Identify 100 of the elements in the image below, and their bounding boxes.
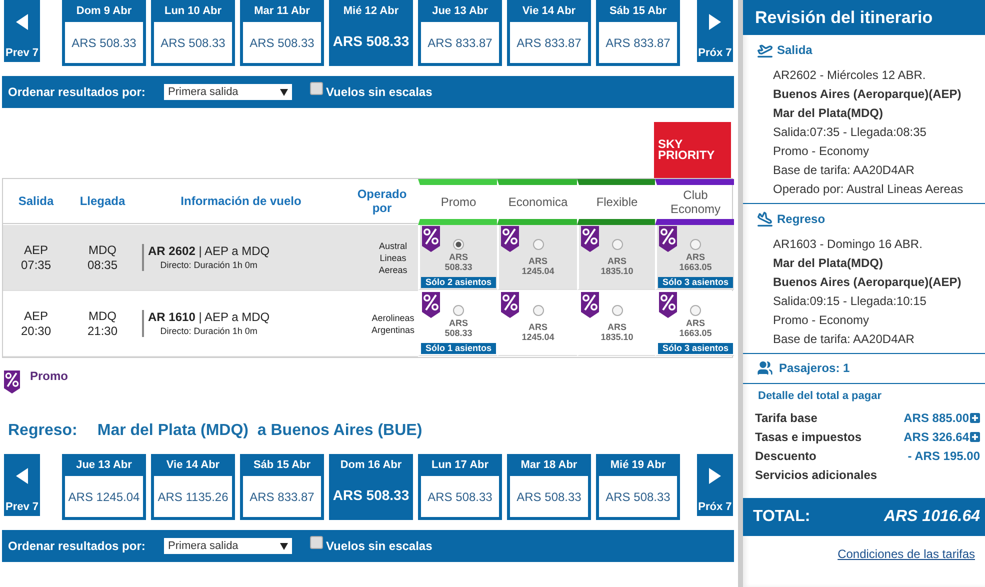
itinerary-line: AR1603 - Domingo 16 ABR. (772, 236, 924, 253)
date-card[interactable]: Mié 19 Abr ARS 508.33 (596, 454, 680, 520)
fare-currency: ARS (686, 252, 705, 262)
date-card[interactable]: Vie 14 Abr ARS 1135.26 (151, 454, 235, 520)
sort-select[interactable]: Primera salida (164, 538, 292, 554)
itinerary-line: Promo - Economy (772, 312, 870, 329)
date-price: ARS 1245.04 (65, 476, 143, 517)
date-label: Mié 12 Abr (342, 4, 400, 19)
fare-radio[interactable] (612, 305, 622, 316)
column-header: Salida (3, 179, 69, 224)
column-header: Información de vuelo (136, 179, 346, 224)
date-card[interactable]: Mar 11 Abr ARS 508.33 (240, 0, 324, 66)
fare-currency: ARS (686, 318, 705, 328)
itinerary-line: Promo - Economy (772, 143, 870, 160)
flight-detail: Directo: Duración 1h 0m (159, 259, 258, 271)
sort-select[interactable]: Primera salida (164, 84, 292, 100)
departure-cell: AEP 07:35 (3, 225, 69, 291)
itinerary-line: Salida:09:15 - Llegada:10:15 (772, 293, 928, 310)
passengers-count: Pasajeros: 1 (779, 361, 850, 375)
fare-price: 1835.10 (600, 266, 634, 276)
date-card[interactable]: Jue 13 Abr ARS 833.87 (418, 0, 502, 66)
price-item-label: Tarifa base (755, 410, 818, 424)
date-card[interactable]: Sáb 15 Abr ARS 833.87 (596, 0, 680, 66)
leg-heading: Regreso (777, 212, 826, 226)
date-label: Sáb 15 Abr (252, 458, 312, 473)
date-price: ARS 1135.26 (154, 476, 232, 517)
date-price: ARS 833.87 (510, 22, 588, 63)
plane-landing-icon (757, 211, 773, 227)
itinerary-line: Buenos Aires (Aeroparque)(AEP) (772, 86, 962, 103)
arrival-cell: MDQ 08:35 (69, 225, 136, 291)
operator-name: Aerolineas Argentinas (370, 312, 416, 336)
fare-radio[interactable] (453, 305, 464, 316)
date-price: ARS 508.33 (65, 22, 143, 63)
itinerary-line: Operado por: Austral Lineas Aereas (772, 181, 964, 198)
sort-label: Ordenar resultados por: (8, 85, 146, 99)
total-amount: ARS 1016.64 (884, 508, 980, 526)
nonstop-checkbox[interactable] (310, 82, 323, 94)
sidebar-title: Revisión del itinerario (743, 0, 985, 35)
seats-badge: Sólo 3 asientos (658, 343, 733, 354)
fare-currency: ARS (607, 256, 626, 266)
right-arrow-icon (709, 14, 721, 30)
fare-radio[interactable] (690, 239, 701, 250)
fare-radio[interactable] (532, 239, 544, 250)
date-price: ARS 508.33 (243, 22, 321, 63)
checkbox-label: Vuelos sin escalas (326, 539, 432, 553)
date-label: Jue 13 Abr (431, 4, 489, 19)
date-label: Vie 14 Abr (165, 458, 221, 473)
price-item-label: Servicios adicionales (755, 468, 878, 482)
price-item-amount: ARS 326.64 (904, 430, 969, 444)
date-label: Dom 9 Abr (75, 4, 133, 19)
fare-currency: ARS (448, 252, 468, 262)
plane-takeoff-icon (757, 42, 773, 58)
fare-conditions-link[interactable]: Condiciones de las tarifas (838, 547, 975, 561)
leg-heading: Salida (777, 43, 812, 57)
date-card[interactable]: Dom 16 Abr ARS 508.33 (329, 454, 413, 520)
date-card[interactable]: Mar 18 Abr ARS 508.33 (507, 454, 591, 520)
date-price: ARS 508.33 (599, 476, 677, 517)
date-card[interactable]: Dom 9 Abr ARS 508.33 (62, 0, 146, 66)
previous-week-button[interactable]: Prev 7 (4, 0, 40, 62)
itinerary-line: Salida:07:35 - Llegada:08:35 (772, 124, 928, 141)
date-label: Mié 19 Abr (609, 458, 667, 473)
percent-tag-icon (581, 226, 599, 252)
total-label: TOTAL: (753, 508, 810, 526)
fare-radio[interactable] (453, 239, 464, 250)
fare-price: 1835.10 (600, 332, 634, 342)
fare-price: 508.33 (444, 262, 472, 272)
itinerary-line: Mar del Plata(MDQ) (772, 255, 884, 272)
fare-price: 1245.04 (522, 332, 554, 342)
date-price: ARS 508.33 (154, 22, 232, 63)
date-card[interactable]: Vie 14 Abr ARS 833.87 (507, 0, 591, 66)
fare-price: 1245.04 (522, 266, 554, 276)
date-card[interactable]: Jue 13 Abr ARS 1245.04 (62, 454, 146, 520)
plus-icon[interactable] (970, 412, 980, 422)
fare-price: 1663.05 (679, 328, 712, 338)
date-label: Mar 18 Abr (520, 458, 578, 473)
date-card[interactable]: Mié 12 Abr ARS 508.33 (329, 0, 413, 66)
previous-week-button[interactable]: Prev 7 (4, 454, 40, 516)
date-card[interactable]: Lun 10 Abr ARS 508.33 (151, 0, 235, 66)
next-week-button[interactable]: Próx 7 (697, 0, 733, 62)
percent-tag-icon (659, 226, 677, 252)
fare-radio[interactable] (532, 305, 544, 316)
date-price: ARS 508.33 (421, 476, 499, 517)
fare-currency: ARS (607, 322, 626, 332)
date-label: Jue 13 Abr (75, 458, 133, 473)
date-card[interactable]: Lun 17 Abr ARS 508.33 (418, 454, 502, 520)
nonstop-checkbox[interactable] (310, 536, 323, 548)
return-route: Mar del Plata (MDQ) a Buenos Aires (BUE) (97, 422, 422, 440)
itinerary-line: Base de tarifa: AA20D4AR (772, 162, 916, 179)
seats-badge: Sólo 2 asientos (421, 277, 496, 288)
fare-radio[interactable] (690, 305, 701, 316)
sort-label: Ordenar resultados por: (8, 539, 146, 553)
plus-icon[interactable] (970, 432, 980, 442)
date-card[interactable]: Sáb 15 Abr ARS 833.87 (240, 454, 324, 520)
next-week-button[interactable]: Próx 7 (697, 454, 733, 516)
flight-detail: Directo: Duración 1h 0m (159, 325, 258, 337)
sky-priority-logo: SKY PRIORITY (654, 122, 731, 178)
itinerary-line: Base de tarifa: AA20D4AR (772, 331, 916, 348)
column-header: Operado por (346, 179, 418, 224)
fare-radio[interactable] (612, 239, 622, 250)
right-arrow-icon (709, 468, 721, 484)
